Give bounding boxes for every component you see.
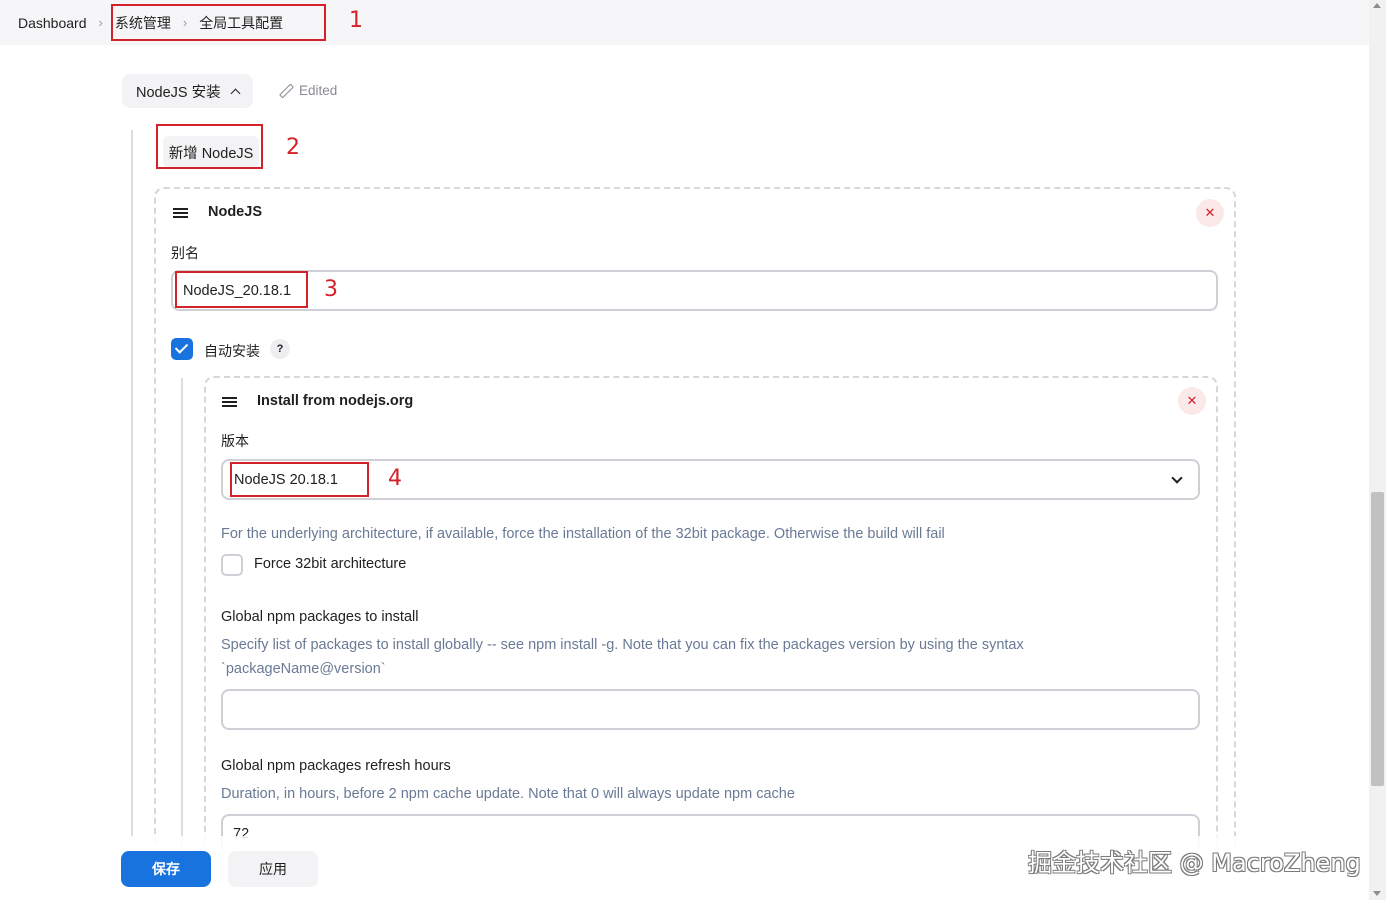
scrollbar-thumb[interactable] xyxy=(1371,492,1384,786)
apply-button[interactable]: 应用 xyxy=(228,851,318,887)
chevron-up-icon xyxy=(230,88,241,98)
scroll-up-arrow-icon[interactable] xyxy=(1373,3,1381,8)
remove-installer-close-icon[interactable]: ✕ xyxy=(1178,387,1206,415)
breadcrumb-system-management[interactable]: 系统管理 xyxy=(115,13,171,33)
alias-input-value: NodeJS_20.18.1 xyxy=(183,282,292,299)
annotation-number-2: 2 xyxy=(286,135,300,160)
version-select-value: NodeJS 20.18.1 xyxy=(234,471,338,488)
drag-handle-icon[interactable] xyxy=(222,397,237,407)
installer-rail xyxy=(181,378,183,848)
remove-nodejs-close-icon[interactable]: ✕ xyxy=(1196,199,1224,227)
breadcrumb: Dashboard › 系统管理 › 全局工具配置 xyxy=(0,0,1369,45)
refresh-hours-help: Duration, in hours, before 2 npm cache u… xyxy=(221,786,795,802)
force32-label: Force 32bit architecture xyxy=(254,556,407,572)
breadcrumb-separator-icon: › xyxy=(182,15,188,30)
version-label: 版本 xyxy=(221,433,249,449)
annotation-number-4: 4 xyxy=(388,466,402,491)
npm-packages-input[interactable] xyxy=(221,689,1200,730)
vertical-scrollbar[interactable] xyxy=(1369,0,1386,900)
version-select[interactable]: NodeJS 20.18.1 xyxy=(221,459,1200,500)
scroll-down-arrow-icon[interactable] xyxy=(1373,891,1381,896)
breadcrumb-global-tool-config[interactable]: 全局工具配置 xyxy=(199,13,283,33)
alias-label: 别名 xyxy=(171,245,199,261)
force32-help-text: For the underlying architecture, if avai… xyxy=(221,526,945,542)
drag-handle-icon[interactable] xyxy=(173,208,188,218)
npm-packages-help-line2: `packageName@version` xyxy=(221,661,386,677)
edited-label: Edited xyxy=(299,83,338,98)
nodejs-card-title: NodeJS xyxy=(208,204,262,220)
npm-packages-help-line1: Specify list of packages to install glob… xyxy=(221,637,1024,653)
annotation-number-1: 1 xyxy=(349,8,363,33)
auto-install-checkbox[interactable] xyxy=(171,338,193,360)
watermark: 掘金技术社区 @ MacroZheng xyxy=(1028,849,1361,877)
installer-card-title: Install from nodejs.org xyxy=(257,393,414,409)
edited-indicator: Edited xyxy=(279,83,337,98)
auto-install-label: 自动安装 xyxy=(204,343,260,359)
pencil-icon xyxy=(279,84,292,97)
breadcrumb-dashboard[interactable]: Dashboard xyxy=(18,15,87,31)
annotation-number-3: 3 xyxy=(324,277,338,302)
refresh-hours-label: Global npm packages refresh hours xyxy=(221,758,451,774)
force32-checkbox[interactable] xyxy=(221,554,243,576)
breadcrumb-separator-icon: › xyxy=(98,15,103,30)
save-button[interactable]: 保存 xyxy=(121,851,211,887)
chevron-down-icon xyxy=(1171,472,1183,484)
nodejs-install-section-toggle[interactable]: NodeJS 安装 xyxy=(122,74,253,108)
section-title: NodeJS 安装 xyxy=(136,84,221,101)
add-nodejs-button[interactable]: 新增 NodeJS xyxy=(163,136,259,168)
help-icon[interactable]: ? xyxy=(270,339,290,359)
npm-packages-label: Global npm packages to install xyxy=(221,609,419,625)
section-rail xyxy=(131,130,133,840)
